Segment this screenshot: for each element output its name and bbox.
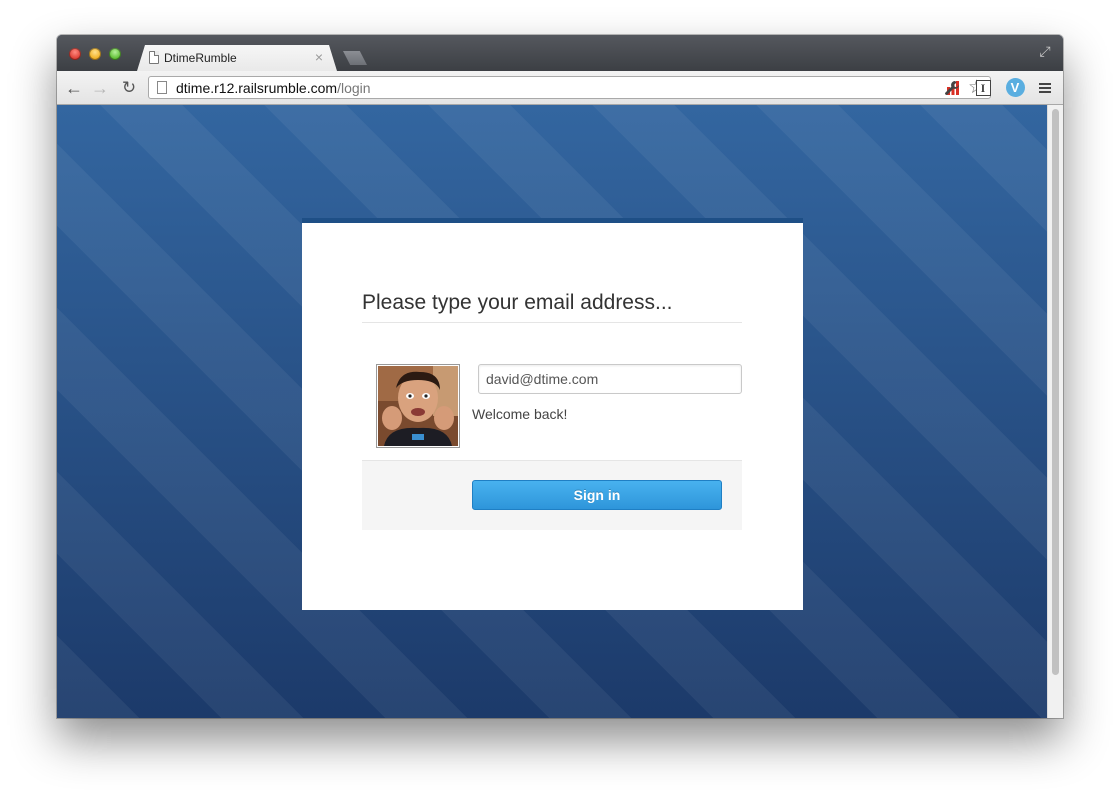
window-zoom-button[interactable]	[109, 48, 121, 60]
wrench-icon[interactable]	[941, 77, 963, 99]
email-field[interactable]	[478, 364, 742, 394]
tab-close-icon[interactable]: ×	[315, 49, 323, 65]
browser-toolbar: ← → ↻ dtime.r12.railsrumble.com/login ☆ …	[57, 71, 1063, 105]
tab-strip: DtimeRumble × ⤢	[57, 35, 1063, 71]
back-icon[interactable]: ←	[63, 77, 85, 99]
form-actions: Sign in	[362, 460, 742, 530]
browser-window: DtimeRumble × ⤢ ← → ↻ dtime.r12.railsrum…	[57, 35, 1063, 718]
reload-icon[interactable]: ↻	[118, 77, 140, 99]
avatar-photo	[378, 366, 458, 446]
window-close-button[interactable]	[69, 48, 81, 60]
page-icon	[157, 81, 167, 94]
vimeo-icon[interactable]: V	[1004, 77, 1026, 99]
page-icon	[149, 51, 159, 64]
tab-title: DtimeRumble	[164, 51, 237, 65]
page-viewport: Please type your email address... david@…	[57, 105, 1047, 718]
new-tab-button[interactable]	[343, 51, 367, 65]
vertical-scrollbar[interactable]	[1047, 105, 1063, 718]
url-text[interactable]: dtime.r12.railsrumble.com/login	[176, 80, 371, 96]
instapaper-icon[interactable]: I	[972, 77, 994, 99]
url-host: dtime.r12.railsrumble.com	[176, 80, 338, 96]
page-title: Please type your email address...	[362, 291, 742, 323]
window-minimize-button[interactable]	[89, 48, 101, 60]
avatar	[376, 364, 460, 448]
fullscreen-icon[interactable]: ⤢	[1037, 43, 1053, 59]
login-card: Please type your email address... david@…	[302, 218, 803, 610]
vimeo-glyph: V	[1005, 78, 1025, 98]
forward-icon[interactable]: →	[89, 77, 111, 99]
sign-in-button[interactable]: Sign in	[472, 480, 722, 510]
address-bar[interactable]: dtime.r12.railsrumble.com/login ☆	[148, 76, 991, 99]
menu-icon[interactable]	[1034, 77, 1056, 99]
welcome-message: Welcome back!	[472, 406, 568, 422]
tab-dtimerumble[interactable]: DtimeRumble ×	[137, 45, 337, 71]
url-path: /login	[337, 80, 371, 96]
instapaper-glyph: I	[975, 79, 991, 96]
scrollbar-thumb[interactable]	[1052, 109, 1059, 675]
